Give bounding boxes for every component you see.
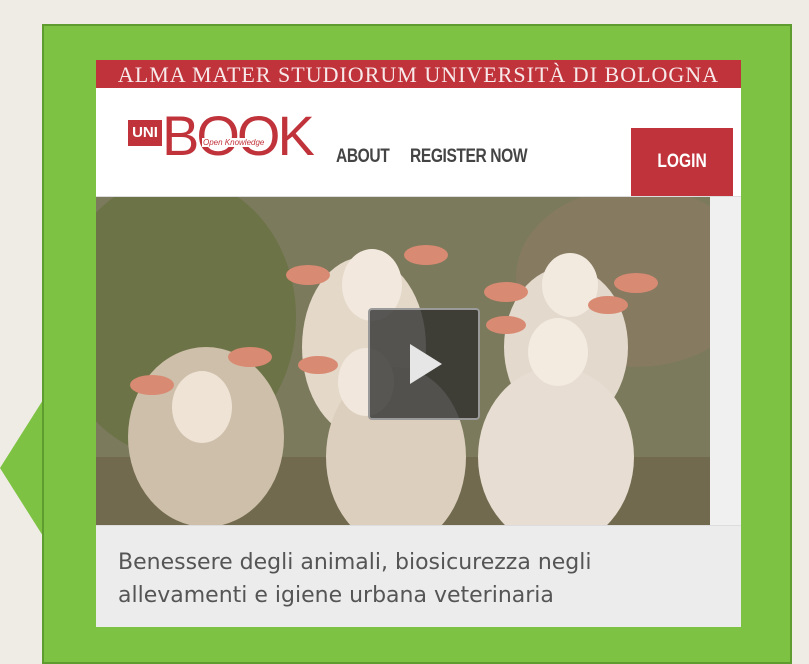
login-button[interactable]: LOGIN	[631, 128, 733, 196]
navbar: UNI BOOK Open Knowledge ABOUT REGISTER N…	[96, 88, 741, 197]
play-button[interactable]	[368, 308, 480, 420]
login-label: LOGIN	[657, 151, 707, 172]
unibook-logo[interactable]: UNI BOOK Open Knowledge	[128, 106, 315, 172]
video-thumbnail[interactable]	[96, 197, 710, 525]
play-icon	[410, 344, 442, 384]
logo-book: BOOK	[162, 104, 315, 167]
side-strip	[710, 197, 741, 525]
course-card: ALMA MATER STUDIORUM UNIVERSITÀ DI BOLOG…	[96, 60, 741, 627]
logo-tagline: Open Knowledge	[202, 138, 266, 147]
speech-bubble-tail	[0, 392, 48, 544]
university-banner: ALMA MATER STUDIORUM UNIVERSITÀ DI BOLOG…	[96, 60, 741, 88]
logo-uni: UNI	[128, 120, 162, 146]
nav-register-link[interactable]: REGISTER NOW	[410, 146, 528, 168]
course-title[interactable]: Benessere degli animali, biosicurezza ne…	[96, 525, 741, 627]
nav-about-link[interactable]: ABOUT	[336, 146, 390, 168]
